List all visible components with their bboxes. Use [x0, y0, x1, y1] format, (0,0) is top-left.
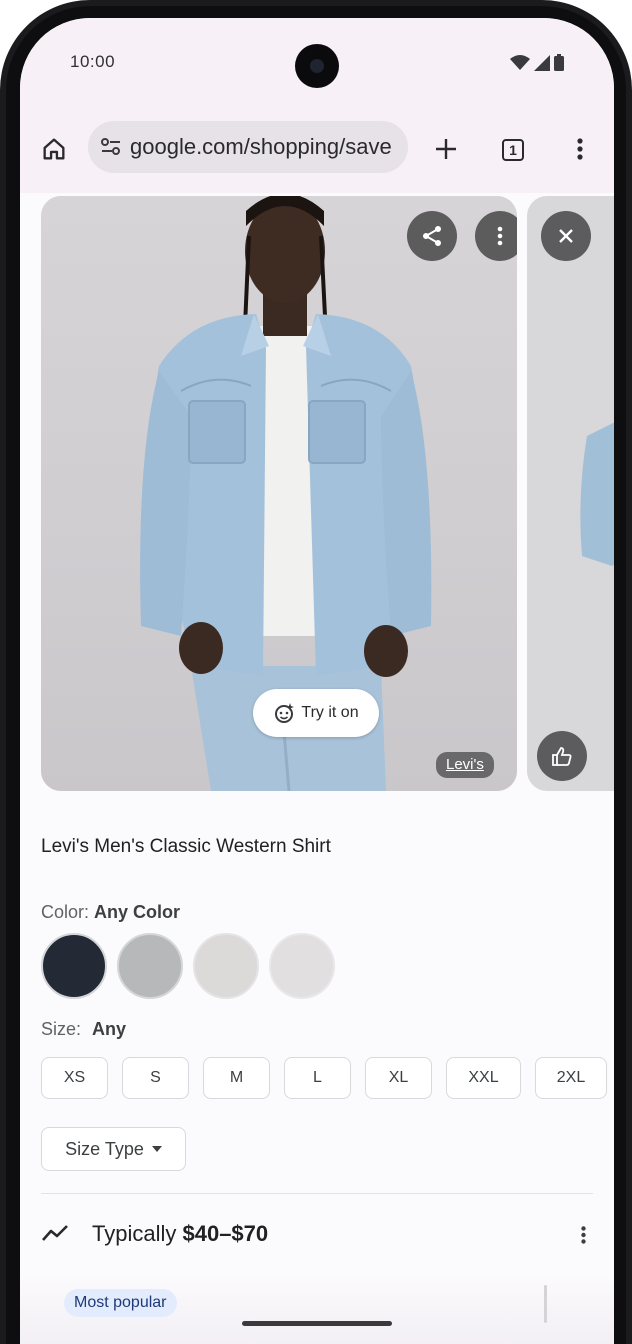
product-image[interactable]: Try it on Levi's	[41, 196, 517, 791]
size-chip-l[interactable]: L	[284, 1057, 351, 1099]
color-swatch-dark-navy[interactable]	[41, 933, 107, 999]
product-title: Levi's Men's Classic Western Shirt	[41, 836, 331, 857]
home-icon	[43, 138, 65, 160]
price-insight-row[interactable]: Typically $40–$70	[41, 1217, 593, 1253]
tune-icon[interactable]	[98, 134, 124, 160]
status-bar: 10:00	[20, 18, 614, 113]
price-range-value: $40–$70	[182, 1221, 269, 1246]
color-swatch-off-white[interactable]	[269, 933, 335, 999]
share-icon	[423, 226, 441, 246]
try-it-on-button[interactable]: Try it on	[253, 689, 379, 737]
status-icons	[510, 54, 564, 71]
sparkle-face-icon	[275, 703, 295, 723]
size-chips: XS S M L XL XXL 2XL	[41, 1057, 607, 1099]
color-swatch-gray[interactable]	[117, 933, 183, 999]
try-it-on-label: Try it on	[301, 704, 359, 721]
color-filter-label: Color: Any Color	[41, 902, 180, 923]
home-button[interactable]	[36, 131, 72, 167]
size-chip-xxl[interactable]: XXL	[446, 1057, 521, 1099]
color-swatches	[41, 933, 335, 999]
share-button[interactable]	[407, 211, 457, 261]
price-prefix: Typically	[92, 1221, 177, 1246]
next-product-card[interactable]	[527, 196, 614, 791]
price-range-text: Typically $40–$70	[92, 1221, 268, 1247]
size-type-label: Size Type	[65, 1138, 144, 1159]
size-chip-s[interactable]: S	[122, 1057, 189, 1099]
most-popular-badge: Most popular	[64, 1289, 177, 1317]
product-more-button[interactable]	[475, 211, 517, 261]
browser-menu-button[interactable]	[566, 131, 594, 167]
wifi-icon	[510, 54, 530, 70]
status-time: 10:00	[70, 52, 116, 71]
more-vert-icon	[580, 1226, 586, 1244]
size-label-text: Size:	[41, 1019, 82, 1039]
price-more-button[interactable]	[573, 1221, 593, 1249]
more-vert-icon	[497, 226, 503, 246]
front-camera	[295, 44, 339, 88]
screen: 10:00 google.com/shopping/save 1 Try it …	[20, 18, 614, 1344]
url-text[interactable]: google.com/shopping/save	[130, 134, 392, 160]
signal-icon	[534, 54, 550, 71]
size-type-dropdown[interactable]: Size Type	[41, 1127, 186, 1171]
page-content: Try it on Levi's Levi's Men's Classic We…	[20, 193, 614, 1344]
trending-icon	[42, 1225, 68, 1241]
section-divider	[41, 1193, 593, 1194]
brand-tag[interactable]: Levi's	[436, 752, 494, 778]
tab-count: 1	[502, 139, 524, 161]
close-button[interactable]	[541, 211, 591, 261]
battery-icon	[554, 54, 564, 71]
close-icon	[559, 229, 573, 243]
size-chip-xl[interactable]: XL	[365, 1057, 432, 1099]
popular-offers-section: Most popular	[20, 1275, 614, 1344]
color-selected-value: Any Color	[94, 902, 181, 922]
thumb-up-icon	[552, 747, 572, 766]
address-bar[interactable]: google.com/shopping/save	[88, 121, 408, 173]
color-label-text: Color:	[41, 902, 90, 922]
color-swatch-light-gray[interactable]	[193, 933, 259, 999]
size-selected-value: Any	[92, 1019, 127, 1039]
plus-icon	[436, 139, 456, 159]
like-button[interactable]	[537, 731, 587, 781]
size-filter-label: Size: Any	[41, 1019, 126, 1040]
phone-frame: 10:00 google.com/shopping/save 1 Try it …	[0, 0, 632, 1344]
browser-toolbar: google.com/shopping/save 1	[20, 113, 614, 193]
next-product-illustration	[580, 422, 614, 566]
size-chip-2xl[interactable]: 2XL	[535, 1057, 607, 1099]
tab-switcher-button[interactable]: 1	[496, 133, 530, 167]
gesture-navigation-bar[interactable]	[242, 1321, 392, 1326]
caret-down-icon	[151, 1146, 162, 1152]
scroll-indicator	[544, 1285, 547, 1323]
more-vert-icon	[577, 138, 583, 160]
size-chip-m[interactable]: M	[203, 1057, 270, 1099]
size-chip-xs[interactable]: XS	[41, 1057, 108, 1099]
new-tab-button[interactable]	[428, 131, 464, 167]
